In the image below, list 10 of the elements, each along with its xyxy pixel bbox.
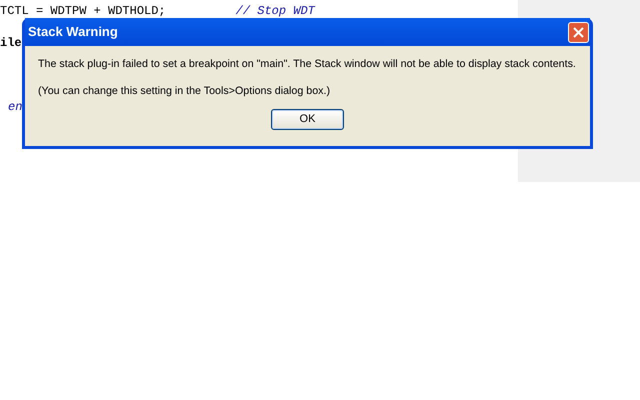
- window-title: Stack Warning: [28, 23, 118, 42]
- code-text: ile: [0, 35, 22, 51]
- code-text: TCTL = WDTPW + WDTHOLD;: [0, 3, 166, 19]
- close-icon: [573, 26, 584, 38]
- ok-button[interactable]: OK: [271, 109, 344, 130]
- message-text: The stack plug-in failed to set a breakpoint on "main". The Stack window will not be able to display stack contents.: [38, 57, 576, 71]
- message-text: (You can change this setting in the Tools>Options dialog box.): [38, 84, 330, 98]
- close-button[interactable]: [568, 22, 589, 42]
- code-text: en: [7, 99, 22, 115]
- code-comment: // Stop WDT: [236, 3, 315, 19]
